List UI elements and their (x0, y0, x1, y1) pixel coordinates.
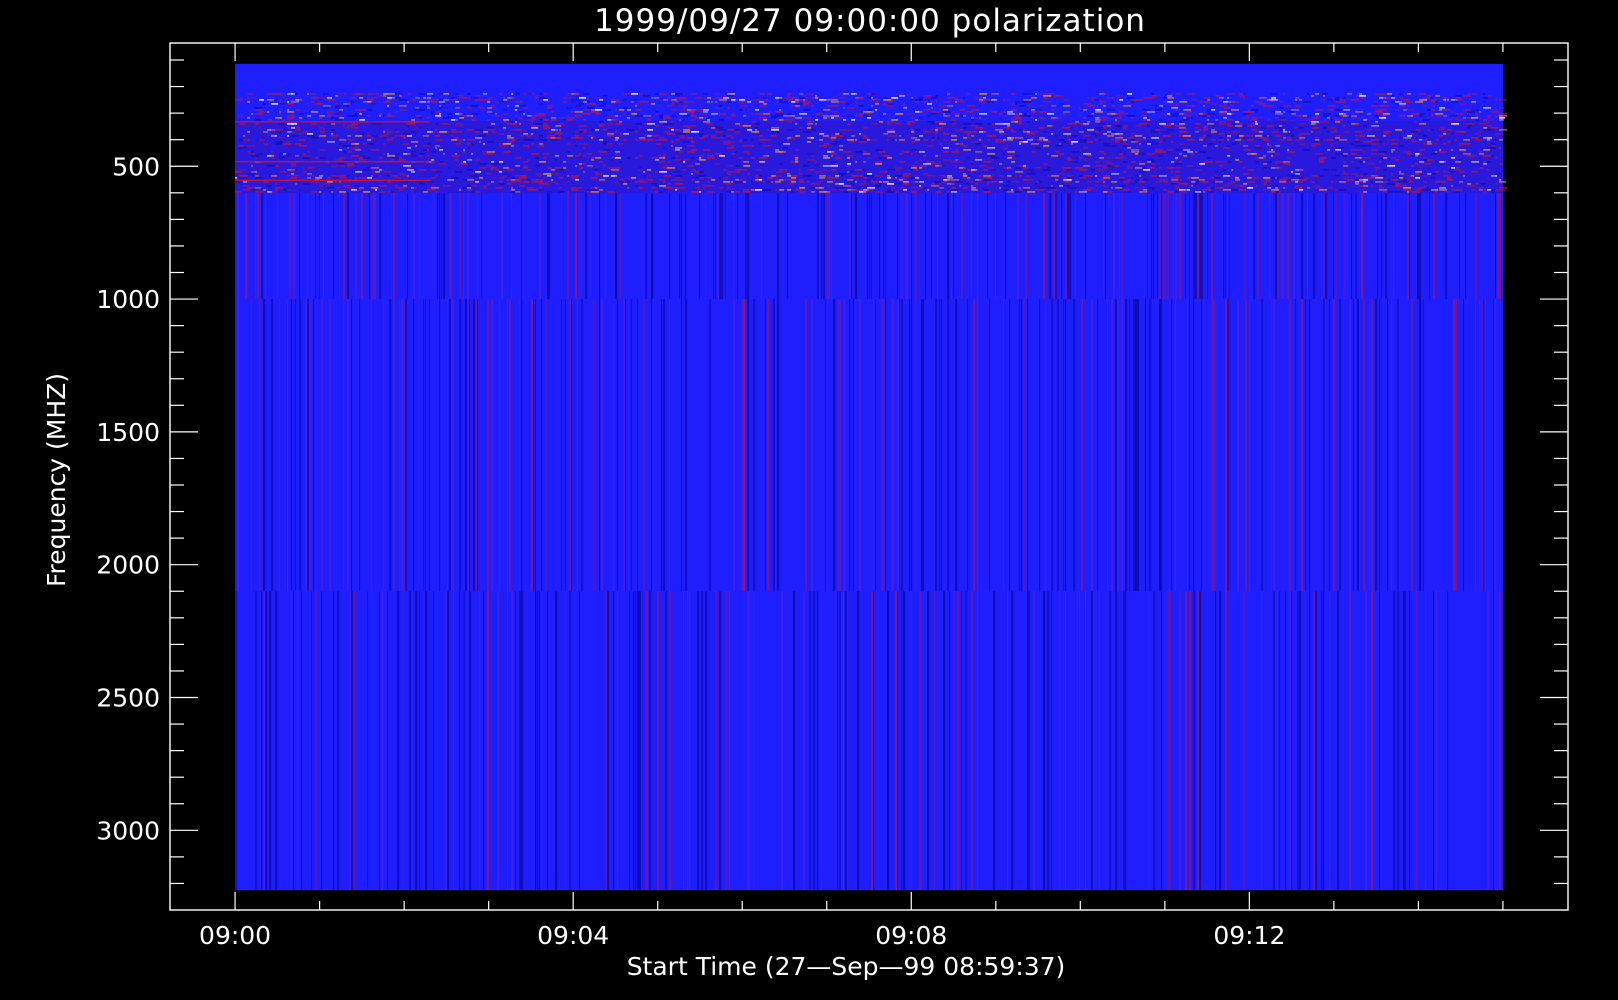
chart-title: 1999/09/27 09:00:00 polarization (594, 3, 1146, 39)
y-axis-label: Frequency (MHZ) (42, 373, 71, 587)
y-tick-label: 1000 (96, 285, 160, 314)
heatmap-image (235, 63, 1508, 891)
x-tick-label: 09:08 (875, 921, 947, 950)
spectrogram-chart: 09:00 09:04 09:08 09:12 500 1000 1500 2000 2500… (0, 0, 1618, 1000)
x-tick-label: 09:00 (199, 921, 271, 950)
y-tick-label: 2500 (96, 684, 160, 713)
y-tick-label: 2000 (96, 551, 160, 580)
x-axis-label: Start Time (27—Sep—99 08:59:37) (627, 952, 1066, 981)
y-tick-label: 500 (112, 152, 160, 181)
x-tick-label: 09:04 (537, 921, 609, 950)
x-tick-label: 09:12 (1213, 921, 1285, 950)
y-tick-label: 1500 (96, 418, 160, 447)
y-tick-label: 3000 (96, 816, 160, 845)
